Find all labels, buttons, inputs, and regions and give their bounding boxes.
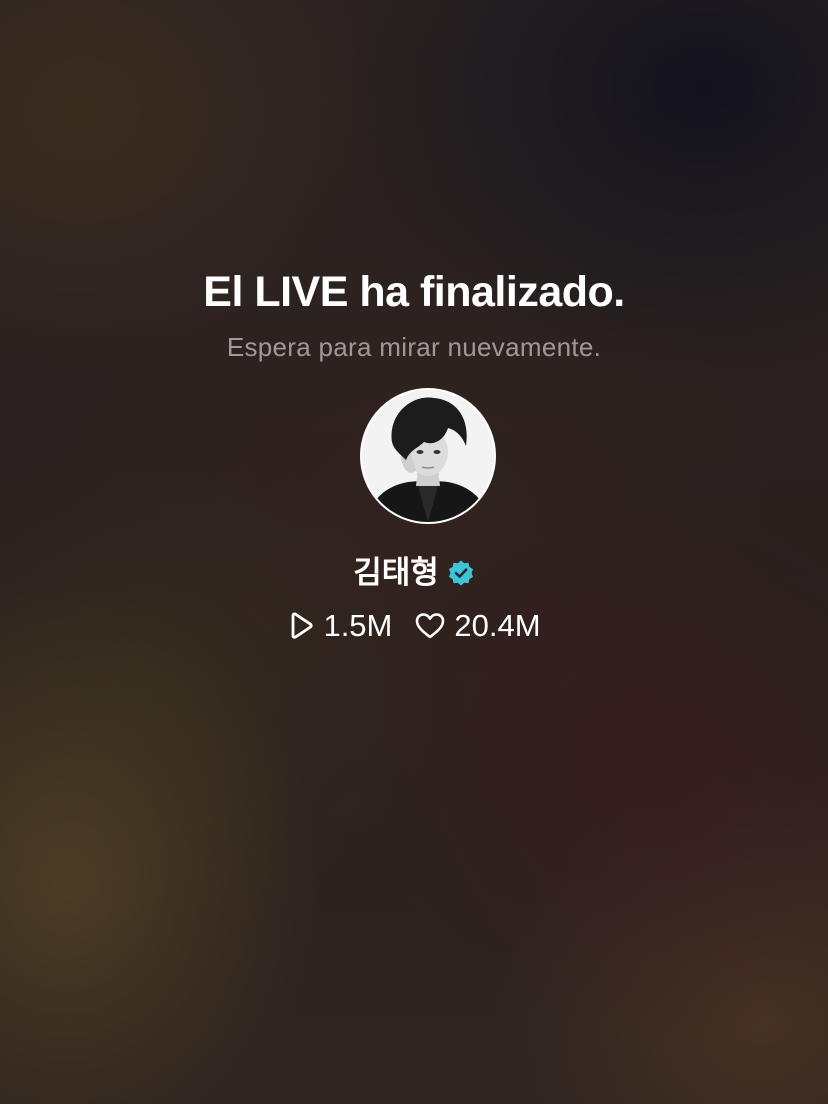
profile-name: 김태형 [353,555,439,590]
live-ended-subtitle: Espera para mirar nuevamente. [226,332,602,362]
likes-count: 20.4M [454,608,541,643]
live-stats: 1.5M 20.4M [0,606,828,646]
likes-stat: 20.4M [414,606,541,646]
live-ended-screen: El LIVE ha finalizado. Espera para mirar… [0,0,828,1104]
avatar[interactable] [360,388,496,524]
verified-badge-icon [447,559,475,587]
profile-name-row[interactable]: 김태형 [0,552,828,594]
plays-stat: 1.5M [287,606,392,646]
plays-count: 1.5M [323,608,393,643]
live-ended-title: El LIVE ha finalizado. [203,268,625,316]
heart-outline-icon [414,611,446,641]
avatar-photo [362,390,494,522]
play-outline-icon [287,611,315,641]
